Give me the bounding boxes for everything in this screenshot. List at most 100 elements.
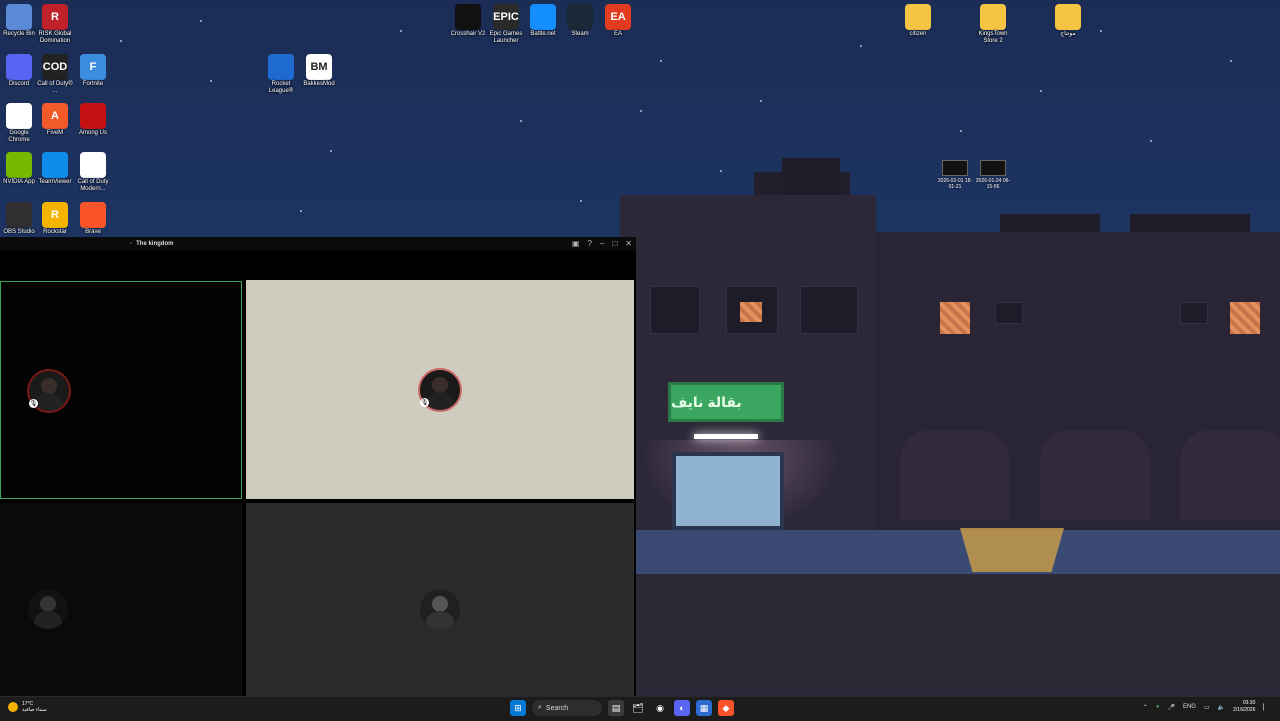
desktop-icon-among-us[interactable]: Among Us — [74, 101, 112, 137]
window — [800, 286, 858, 334]
desktop-icon-label: OBS Studio — [3, 229, 35, 235]
epic-games-icon: EPIC — [493, 4, 519, 30]
discord-taskbar-icon[interactable]: ◐ — [674, 700, 690, 716]
desktop-icon-call-of-duty-modern[interactable]: Call of Duty Modern... — [74, 150, 112, 193]
desktop-icon-label: Battle.net — [530, 31, 556, 37]
desktop-icon-call-of-duty[interactable]: COD Call of Duty® ... — [36, 52, 74, 95]
star — [120, 40, 122, 42]
task-view-icon[interactable]: ▤ — [608, 700, 624, 716]
desktop-icon-crosshair-v2[interactable]: Crosshair V2 — [449, 2, 487, 38]
desktop-icon-label: مونتاج — [1060, 31, 1076, 37]
clock[interactable]: 03:30 2/16/2026 — [1233, 700, 1255, 714]
rockstar-icon: R — [42, 202, 68, 228]
desktop-icon-obs-studio[interactable]: OBS Studio — [0, 200, 38, 236]
app-icon: ◦ — [130, 241, 133, 247]
call-of-duty-icon: COD — [42, 54, 68, 80]
star — [1150, 140, 1152, 142]
desktop-icon-teamviewer[interactable]: TeamViewer — [36, 150, 74, 186]
window-titlebar[interactable]: ◦ The kingdom ▣ ? – □ ✕ — [0, 237, 636, 251]
video-tile-speaking[interactable]: 🎙 — [0, 281, 242, 499]
desktop-icon-label: FiveM — [46, 130, 64, 136]
desktop-icon-nvidia-app[interactable]: NVIDIA App — [0, 150, 38, 186]
desktop-icon-rockstar[interactable]: R Rockstar — [36, 200, 74, 236]
desktop-icon-ea[interactable]: EA EA — [599, 2, 637, 38]
chrome-icon — [6, 103, 32, 129]
desktop-icon-fivem[interactable]: A FiveM — [36, 101, 74, 137]
weather-widget[interactable]: 17°C سماء صافية — [8, 701, 47, 713]
network-icon[interactable]: ▭ — [1204, 704, 1210, 711]
fivem-icon: A — [42, 103, 68, 129]
shop-arch — [1180, 430, 1280, 520]
desktop-icon-citizen[interactable]: citizen — [899, 2, 937, 38]
star — [960, 130, 962, 132]
language-indicator[interactable]: ENG — [1183, 704, 1196, 710]
star — [1100, 30, 1102, 32]
roof-detail — [1130, 214, 1250, 232]
search-box[interactable]: ⌕ Search — [532, 700, 602, 716]
bakkesmod-icon: BM — [306, 54, 332, 80]
desktop-icon-label: citizen — [909, 31, 927, 37]
status-dot-icon[interactable]: ● — [1156, 704, 1160, 710]
file-explorer-icon[interactable]: 🗂 — [630, 700, 646, 716]
microphone-icon[interactable]: 🎤 — [1167, 704, 1174, 711]
system-tray: ⌃ ● 🎤 ENG ▭ 🔈 03:30 2/16/2026 ▏ — [1143, 700, 1268, 714]
desktop-icon-fortnite[interactable]: F Fortnite — [74, 52, 112, 88]
desktop-icon-recycle-bin[interactable]: Recycle Bin — [0, 2, 38, 38]
start-button[interactable]: ⊞ — [510, 700, 526, 716]
crosshair-icon — [455, 4, 481, 30]
desktop-icon-label: Google Chrome — [8, 130, 30, 143]
desktop-icon-discord[interactable]: Discord — [0, 52, 38, 88]
volume-icon[interactable]: 🔈 — [1218, 704, 1225, 711]
video-tile[interactable] — [0, 503, 242, 696]
desktop-icon-google-chrome[interactable]: Google Chrome — [0, 101, 38, 144]
desktop-icon-epic-games-launcher[interactable]: EPIC Epic Games Launcher — [487, 2, 525, 45]
star — [1230, 60, 1232, 62]
desktop-icon-kingstown-store-2[interactable]: KingsTown Store 2 — [974, 2, 1012, 45]
app-taskbar-icon[interactable]: ▦ — [696, 700, 712, 716]
video-tile[interactable] — [246, 503, 634, 696]
call-window[interactable]: ◦ The kingdom ▣ ? – □ ✕ 🎙 🎙 — [0, 237, 636, 696]
star — [400, 30, 402, 32]
popout-icon[interactable]: ▣ — [572, 239, 580, 248]
sidewalk — [636, 530, 1280, 574]
help-icon[interactable]: ? — [588, 239, 592, 248]
desktop-icon-bakkesmod[interactable]: BM BakkesMod — [300, 52, 338, 88]
brave-taskbar-icon[interactable]: ◆ — [718, 700, 734, 716]
desktop-icon-rocket-league[interactable]: Rocket League® — [262, 52, 300, 95]
clock-time: 03:30 — [1242, 700, 1256, 706]
star — [580, 200, 582, 202]
maximize-button[interactable]: □ — [612, 239, 617, 248]
star — [520, 120, 522, 122]
video-tile[interactable]: 🎙 — [246, 280, 634, 499]
nvidia-icon — [6, 152, 32, 178]
desktop-icon-steam[interactable]: Steam — [561, 2, 599, 38]
desktop-icon-risk-global-domination[interactable]: R RISK Global Domination — [36, 2, 74, 45]
desktop-icon-battle-net[interactable]: Battle.net — [524, 2, 562, 38]
planter — [960, 528, 1064, 572]
desktop-icon-label: Crosshair V2 — [450, 31, 486, 37]
star — [760, 100, 762, 102]
desktop-icon-[interactable]: مونتاج — [1049, 2, 1087, 38]
search-label: Search — [545, 704, 569, 712]
desktop-icon-label: 2026-02-01 18-01-21 — [937, 178, 973, 190]
roof-detail — [1000, 214, 1100, 232]
minimize-button[interactable]: – — [600, 239, 604, 248]
teamviewer-icon — [42, 152, 68, 178]
desktop-icon-label: Epic Games Launcher — [489, 31, 523, 44]
notification-icon[interactable]: ▏ — [1263, 704, 1268, 711]
desktop-file-screenshot[interactable]: 2026-02-01 18-01-21 — [936, 160, 974, 190]
desktop-file-screenshot[interactable]: 2026-01-24 06-15-56 — [974, 160, 1012, 190]
mute-icon: 🎙 — [29, 399, 38, 408]
shop-sign: بقالة نايف — [668, 382, 784, 422]
tray-overflow-icon[interactable]: ⌃ — [1143, 704, 1148, 711]
desktop-icon-brave[interactable]: Brave — [74, 200, 112, 236]
desktop-icon-label: Discord — [8, 81, 30, 87]
discord-icon — [6, 54, 32, 80]
chrome-taskbar-icon[interactable]: ◉ — [652, 700, 668, 716]
star — [300, 210, 302, 212]
close-button[interactable]: ✕ — [625, 239, 632, 248]
fortnite-icon: F — [80, 54, 106, 80]
window-lit — [740, 302, 762, 322]
desktop-icon-label: 2026-01-24 06-15-56 — [975, 178, 1011, 190]
clock-date: 2/16/2026 — [1233, 707, 1256, 713]
